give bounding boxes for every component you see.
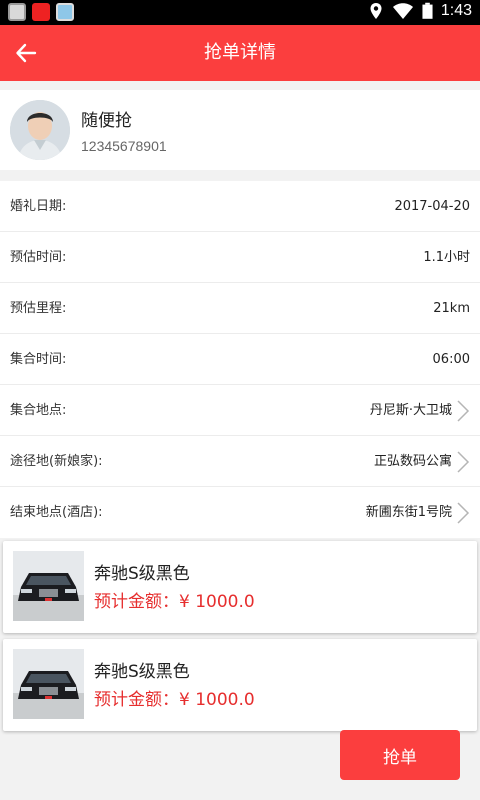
car-price: 预计金额：¥ 1000.0 [94,690,255,710]
car-card[interactable]: 奔驰S级黑色 预计金额：¥ 1000.0 [3,639,477,731]
info-label: 集合地点: [10,403,67,418]
wifi-icon [392,3,413,19]
car-photo [13,649,84,719]
car-name: 奔驰S级黑色 [94,564,190,584]
info-label: 预估里程: [10,301,67,316]
info-row-end-location[interactable]: 结束地点(酒店): 新圃东街1号院 [0,487,480,538]
user-phone: 12345678901 [81,138,167,154]
user-card: 随便抢 12345678901 [0,90,480,170]
info-row-estimated-distance: 预估里程: 21km [0,283,480,334]
keyboard-notification-icon [56,3,74,21]
photo-notification-icon [8,3,26,21]
info-row-meet-time: 集合时间: 06:00 [0,334,480,385]
info-row-estimated-time: 预估时间: 1.1小时 [0,232,480,283]
chevron-right-icon [457,502,470,524]
info-value: 06:00 [432,352,470,367]
car-name: 奔驰S级黑色 [94,662,190,682]
app-notification-icon [32,3,50,21]
notification-icons [8,3,74,21]
info-value: 21km [433,301,470,316]
info-row-meet-location[interactable]: 集合地点: 丹尼斯·大卫城 [0,385,480,436]
status-bar: 1:43 [0,0,480,25]
car-image [13,649,84,719]
user-name: 随便抢 [81,111,132,131]
status-time: 1:43 [440,2,472,19]
info-label: 婚礼日期: [10,199,67,214]
location-icon [370,3,382,19]
info-row-bride-home[interactable]: 途径地(新娘家): 正弘数码公寓 [0,436,480,487]
info-value: 1.1小时 [423,250,470,265]
car-image [13,551,84,621]
car-price: 预计金额：¥ 1000.0 [94,592,255,612]
avatar-image [10,100,70,160]
info-value: 丹尼斯·大卫城 [369,403,452,418]
info-label: 途径地(新娘家): [10,454,103,469]
grab-order-button[interactable]: 抢单 [340,730,460,780]
chevron-right-icon [457,451,470,473]
info-row-wedding-date: 婚礼日期: 2017-04-20 [0,181,480,232]
car-card[interactable]: 奔驰S级黑色 预计金额：¥ 1000.0 [3,541,477,633]
battery-icon [422,2,433,19]
car-photo [13,551,84,621]
info-value: 2017-04-20 [394,199,470,214]
avatar[interactable] [10,100,70,160]
app-bar: 抢单详情 [0,25,480,81]
info-label: 集合时间: [10,352,67,367]
order-info-list: 婚礼日期: 2017-04-20 预估时间: 1.1小时 预估里程: 21km … [0,181,480,538]
info-label: 结束地点(酒店): [10,505,103,520]
info-label: 预估时间: [10,250,67,265]
page-title: 抢单详情 [204,42,276,63]
info-value: 正弘数码公寓 [373,454,452,469]
system-icons: 1:43 [368,2,472,20]
info-value: 新圃东街1号院 [365,505,452,520]
chevron-right-icon [457,400,470,422]
